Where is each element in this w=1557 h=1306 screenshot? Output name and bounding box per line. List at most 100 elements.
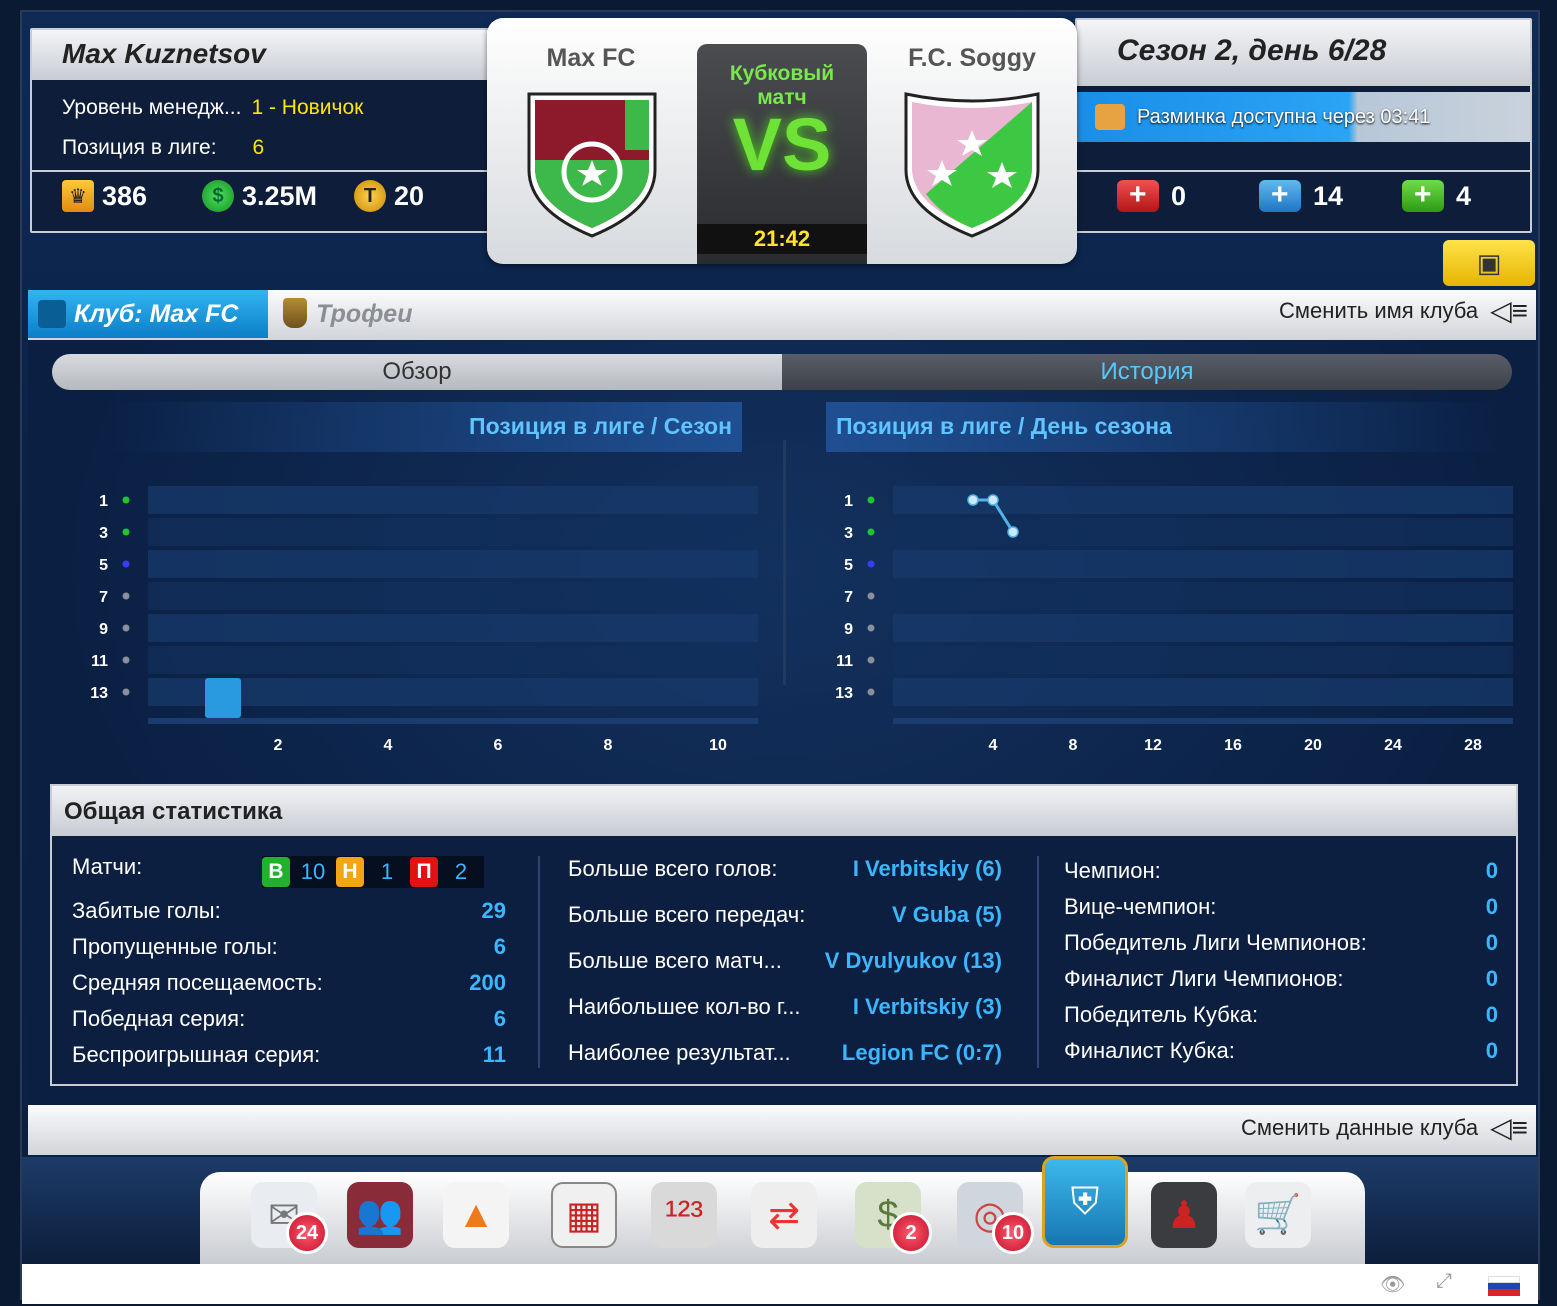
cash-counter[interactable]: $ 3.25M [202,180,317,212]
y-tick-label: 13 [90,685,108,702]
trophies-counter[interactable]: ♛ 386 [62,180,147,212]
dock-calendar[interactable]: ▦ [546,1178,622,1258]
dock-mail[interactable]: ✉ 24 [246,1178,328,1258]
stat-label: Больше всего голов: [568,856,778,881]
y-tick-dot [122,592,130,600]
tab-trophies[interactable]: Трофеи [271,290,471,338]
finances-badge: 2 [890,1212,932,1254]
y-tick-label: 9 [99,621,108,638]
position-point[interactable] [967,494,979,506]
eye-icon[interactable]: 👁 [1380,1272,1405,1297]
y-tick-dot [867,656,875,664]
x-tick-label: 24 [1384,737,1402,754]
y-tick-dot [867,528,875,536]
dock-training[interactable]: ▲ [438,1178,514,1258]
y-tick-dot [122,560,130,568]
dock-finances[interactable]: $ 2 [850,1178,932,1258]
stat-label: Финалист Лиги Чемпионов: [1064,966,1344,991]
stat-value[interactable]: I Verbitskiy (3) [788,994,1002,1020]
stat-label: Чемпион: [1064,858,1161,883]
stat-value: 29 [481,898,506,923]
tab-overview[interactable]: Обзор [52,354,782,390]
next-match-card[interactable]: Max FC F.C. Soggy Кубковый матч VS 21:42 [487,18,1077,264]
green-medkit-counter[interactable]: 4 [1402,178,1471,212]
dock-team[interactable]: 👥 [342,1178,418,1258]
fullscreen-icon[interactable]: ⤢ [1436,1270,1452,1293]
dock-shop[interactable]: 🛒 [1240,1178,1316,1258]
draws-badge: Н [336,857,364,887]
change-club-data-button[interactable]: Сменить данные клуба ◁≡ [1241,1114,1528,1142]
league-position-value: 6 [252,136,265,159]
draws-value: 1 [380,859,394,884]
dollar-coin-icon: $ [202,180,234,212]
y-tick-dot [867,592,875,600]
season-position-chart: 1357911132 4 6 8 10 [90,486,758,754]
league-position-label: Позиция в лиге: [62,136,217,159]
y-tick-dot [122,528,130,536]
calendar-icon: ▦ [551,1182,617,1248]
x-tick-label: 16 [1224,737,1242,754]
stats-column-divider [538,856,540,1068]
y-tick-label: 11 [836,653,853,670]
screenshot-button[interactable]: ▣ [1443,240,1535,286]
stat-value[interactable]: I Verbitskiy (6) [788,856,1002,882]
y-tick-dot [867,688,875,696]
red-medkit-icon [1117,178,1159,212]
stat-value[interactable]: Legion FC (0:7) [788,1040,1002,1066]
stat-value: 0 [1485,1038,1498,1063]
dock-manager[interactable]: ♟ [1146,1178,1222,1258]
matches-record: В 10 Н 1 П 2 [262,856,484,888]
tokens-value: 20 [394,180,425,211]
trophies-value: 386 [102,180,148,211]
season-title: Сезон 2, день 6/28 [1077,20,1530,86]
x-tick-label: 4 [989,737,998,754]
stat-value: 11 [482,1042,506,1067]
x-tick-label: 12 [1144,737,1162,754]
chart-season-title: Позиция в лиге / Сезон [108,402,742,452]
stat-label: Больше всего передач: [568,902,806,927]
blue-medkit-counter[interactable]: 14 [1259,178,1343,212]
dock-transfers[interactable]: ⇄ [746,1178,822,1258]
dock-club[interactable]: ⛨ [1040,1152,1130,1258]
stat-value[interactable]: V Guba (5) [788,902,1002,928]
red-medkit-counter[interactable]: 0 [1117,178,1186,212]
stat-label: Больше всего матч... [568,948,782,973]
stat-label: Беспроигрышная серия: [72,1042,321,1067]
warmup-timer-bar[interactable]: Разминка доступна через 03:41 [1077,92,1530,142]
match-vs-panel: Кубковый матч VS 21:42 [697,44,867,264]
y-tick-label: 5 [844,557,853,574]
x-tick-label: 8 [1069,737,1078,754]
stat-value[interactable]: V Dyulyukov (13) [788,948,1002,974]
match-countdown: 21:42 [697,224,867,254]
stat-value: 0 [1485,930,1498,955]
dock-stadium[interactable]: ◎ 10 [952,1178,1034,1258]
dock-league[interactable]: ¹²³ [646,1178,722,1258]
season-bar[interactable] [205,678,241,718]
stat-value: 200 [469,970,506,995]
cash-value: 3.25M [242,180,318,211]
manager-panel: Max Kuznetsov Уровень менедж... 1 - Нович… [30,28,500,233]
tokens-counter[interactable]: T 20 [354,180,424,212]
status-strip [22,1264,1538,1304]
y-tick-dot [122,496,130,504]
tab-history[interactable]: История [782,354,1512,390]
token-coin-icon: T [354,180,386,212]
position-point[interactable] [987,494,999,506]
chart-row-band [148,550,758,578]
y-tick-label: 1 [99,493,108,510]
position-point[interactable] [1007,526,1019,538]
camera-icon: ▣ [1476,247,1502,278]
x-tick-label: 10 [709,737,727,754]
stat-label: Вице-чемпион: [1064,894,1217,919]
losses-value: 2 [454,859,468,884]
league-position-row: Позиция в лиге: 6 [62,136,264,160]
rename-club-button[interactable]: Сменить имя клуба ◁≡ [1279,295,1528,326]
charts-divider [783,440,786,685]
manager-level-value: 1 - Новичок [251,96,364,119]
stat-label: Наиболее результат... [568,1040,791,1065]
y-tick-dot [122,688,130,696]
russian-flag-icon[interactable] [1488,1276,1520,1296]
tab-club[interactable]: Клуб: Max FC [28,290,268,338]
arrow-left-icon: ◁≡ [1490,295,1528,326]
y-tick-label: 11 [91,653,108,670]
